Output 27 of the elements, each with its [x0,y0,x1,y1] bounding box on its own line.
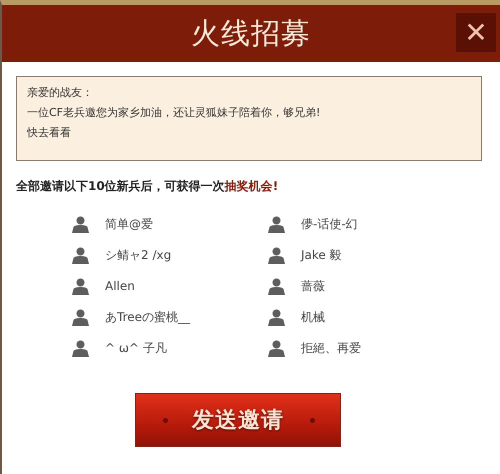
person-icon [268,246,285,264]
message-line: 快去看看 [27,125,72,141]
friend-name: 儚-话使-幻 [301,216,358,233]
person-icon [72,278,89,294]
friend-name: 机械 [301,309,325,326]
friend-name: 拒絕、再爱 [301,340,361,357]
notice-text: 全部邀请以下10位新兵后，可获得一次抽奖机会! [16,178,280,195]
person-icon [268,216,285,232]
send-invite-button[interactable]: 发送邀请 [135,393,341,447]
friend-name: 蔷薇 [301,278,325,295]
person-icon [72,308,89,326]
person-icon [268,308,285,326]
friend-name: あTreeの蜜桃__ [105,309,190,326]
person-icon [72,246,89,264]
close-button[interactable]: ✕ [456,13,496,52]
friend-name: ^ ω^ 子凡 [105,340,167,357]
friend-name: Jake 毅 [301,247,342,264]
person-icon [72,216,89,232]
person-icon [268,340,285,356]
friend-name: 简单@爱 [105,216,153,233]
person-icon [72,340,89,356]
dialog-title: 火线招募 [191,15,311,52]
person-icon [268,278,285,294]
friend-name: Allen [105,278,135,295]
message-line: 一位CF老兵邀您为家乡加油，还让灵狐妹子陪着你，够兄弟! [27,105,322,121]
message-line: 亲爱的战友： [27,85,94,101]
friend-name: シ鲭ャ2 /xg [105,247,172,264]
